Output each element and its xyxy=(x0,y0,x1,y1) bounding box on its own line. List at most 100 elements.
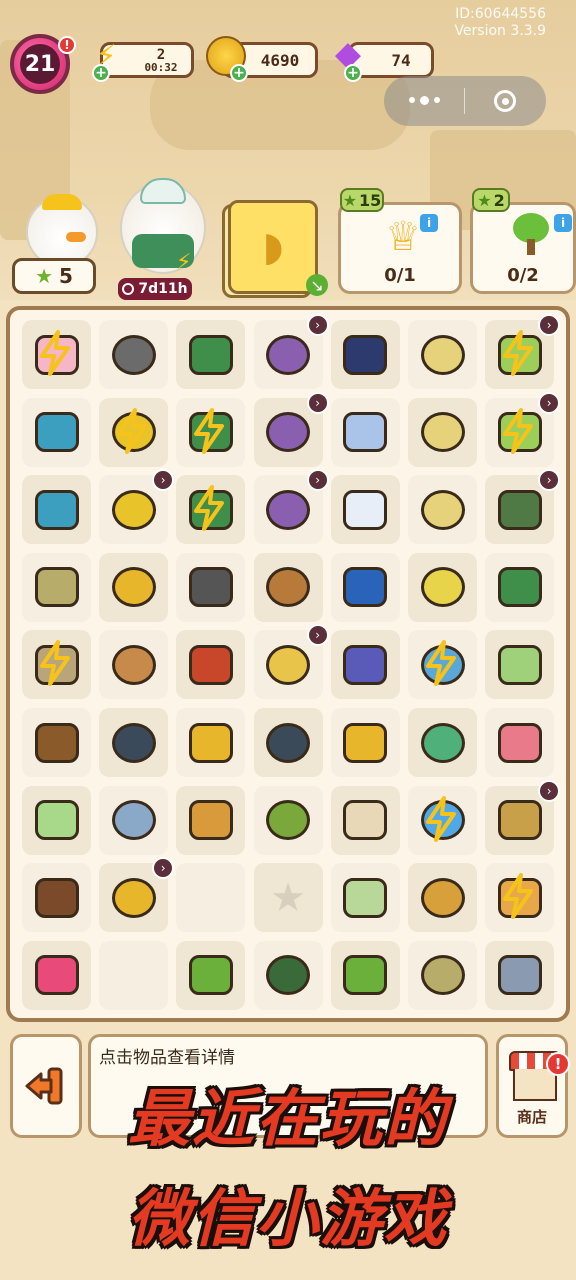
board-cell[interactable] xyxy=(99,940,169,1010)
chevron-right-icon[interactable]: › xyxy=(306,314,329,336)
board-cell[interactable] xyxy=(330,940,400,1010)
board-cell[interactable] xyxy=(408,630,477,700)
board-cell[interactable] xyxy=(408,397,477,467)
board-cell[interactable] xyxy=(253,940,323,1010)
board-cell[interactable] xyxy=(176,397,246,467)
caption-line-1: 最近在玩的 xyxy=(127,1082,448,1155)
board-cell[interactable] xyxy=(22,863,91,933)
board-cell[interactable] xyxy=(253,785,323,855)
junk-pile-icon xyxy=(260,326,317,383)
board-cell[interactable]: › xyxy=(485,391,561,467)
board-cell[interactable] xyxy=(485,708,555,777)
board-cell[interactable] xyxy=(99,708,169,777)
cassette-player-icon xyxy=(337,481,394,538)
board-cell[interactable] xyxy=(22,630,91,700)
board-cell[interactable] xyxy=(22,320,91,389)
lightning-icon: ⚡ xyxy=(176,250,192,275)
board-cell[interactable] xyxy=(253,552,323,622)
board-cell[interactable] xyxy=(408,552,477,622)
junk-pile-icon xyxy=(260,404,317,461)
hair-dryer-icon xyxy=(337,559,394,616)
chevron-right-icon[interactable]: › xyxy=(538,391,561,414)
chevron-right-icon[interactable]: › xyxy=(538,469,561,492)
board-cell[interactable] xyxy=(99,320,169,389)
chevron-right-icon[interactable]: › xyxy=(152,469,175,492)
board-cell[interactable] xyxy=(330,785,400,855)
board-cell[interactable] xyxy=(22,708,91,777)
board-cell[interactable] xyxy=(22,397,91,467)
add-energy-button[interactable]: + xyxy=(92,64,110,82)
dumbbell-basket-icon xyxy=(414,559,471,616)
board-cell[interactable] xyxy=(99,630,169,700)
board-cell[interactable] xyxy=(408,785,477,855)
lightning-icon xyxy=(115,407,149,454)
board-cell[interactable] xyxy=(22,475,91,545)
hot-cocoa-icon xyxy=(28,869,85,926)
board-cell[interactable]: › xyxy=(485,314,561,389)
info-icon[interactable]: i xyxy=(554,214,572,232)
board-cell[interactable] xyxy=(176,475,246,545)
board-cell[interactable] xyxy=(330,630,400,700)
info-icon[interactable]: i xyxy=(420,214,438,232)
add-coins-button[interactable]: + xyxy=(230,64,248,82)
board-cell[interactable] xyxy=(253,708,323,777)
board-cell[interactable] xyxy=(176,863,246,933)
chevron-right-icon[interactable]: › xyxy=(538,779,561,802)
board-cell[interactable] xyxy=(485,940,555,1010)
board-cell[interactable] xyxy=(330,708,400,777)
board-cell[interactable] xyxy=(176,940,246,1010)
board-cell[interactable]: › xyxy=(485,469,561,545)
board-cell[interactable]: ★ xyxy=(253,863,323,933)
board-cell[interactable] xyxy=(330,863,400,933)
chevron-right-icon[interactable]: › xyxy=(306,624,329,647)
task-card-trophy[interactable]: ♕ 0/1 xyxy=(338,202,462,294)
chevron-right-icon[interactable]: › xyxy=(306,391,329,414)
resistance-band-icon xyxy=(105,792,162,849)
board-cell[interactable] xyxy=(485,863,555,933)
board-cell[interactable] xyxy=(408,940,477,1010)
egg-bowl-icon xyxy=(28,792,85,849)
frame-stack-icon xyxy=(414,404,471,461)
board-cell[interactable] xyxy=(99,552,169,622)
board-cell[interactable] xyxy=(99,785,169,855)
board-cell[interactable] xyxy=(330,320,400,389)
chevron-right-icon[interactable]: › xyxy=(306,469,329,492)
toolbox-icon xyxy=(182,326,239,383)
board-cell[interactable] xyxy=(408,863,477,933)
board-cell[interactable] xyxy=(176,552,246,622)
board-cell[interactable] xyxy=(330,397,400,467)
more-menu-button[interactable] xyxy=(384,96,464,105)
board-cell[interactable] xyxy=(408,320,477,389)
board-cell[interactable] xyxy=(485,552,555,622)
event-duck-avatar[interactable]: ⚡ xyxy=(120,178,206,275)
board-cell[interactable]: › xyxy=(253,391,329,467)
board-cell[interactable] xyxy=(99,397,169,467)
board-cell[interactable] xyxy=(22,552,91,622)
board-cell[interactable] xyxy=(22,940,91,1010)
wheel-pair-icon xyxy=(105,326,162,383)
board-cell[interactable]: › xyxy=(99,469,175,545)
lightning-icon xyxy=(501,407,535,454)
pillow-icon xyxy=(337,404,394,461)
chevron-right-icon[interactable]: › xyxy=(538,314,561,336)
add-gems-button[interactable]: + xyxy=(344,64,362,82)
banana-card-deck[interactable]: ◗ ↘ xyxy=(222,200,328,300)
board-cell[interactable] xyxy=(176,785,246,855)
board-cell[interactable] xyxy=(408,708,477,777)
board-cell[interactable] xyxy=(176,708,246,777)
board-cell[interactable] xyxy=(330,552,400,622)
board-cell[interactable]: › xyxy=(485,779,561,855)
close-miniprogram-button[interactable] xyxy=(465,90,545,112)
arrow-down-icon: ↘ xyxy=(306,274,328,296)
board-cell[interactable]: › xyxy=(253,314,329,389)
board-cell[interactable] xyxy=(485,630,555,700)
board-cell[interactable]: › xyxy=(253,624,329,700)
chevron-right-icon[interactable]: › xyxy=(152,857,175,880)
board-cell[interactable] xyxy=(176,630,246,700)
board-cell[interactable] xyxy=(22,785,91,855)
board-cell[interactable] xyxy=(408,475,477,545)
board-cell[interactable] xyxy=(176,320,246,389)
board-cell[interactable]: › xyxy=(253,469,329,545)
board-cell[interactable]: › xyxy=(99,857,175,933)
board-cell[interactable] xyxy=(330,475,400,545)
